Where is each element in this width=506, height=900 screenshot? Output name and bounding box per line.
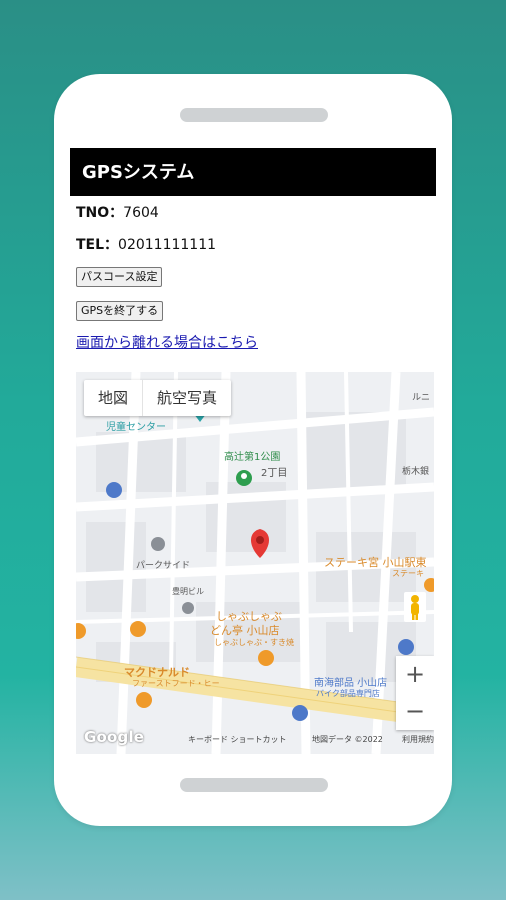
phone-frame: GPSシステム TNO：7604 TEL：02011111111 パスコース設定… — [54, 74, 452, 826]
map-label-children-center: 児童センター — [106, 422, 166, 433]
map-type-control: 地図 航空写真 — [84, 380, 232, 416]
zoom-in-button[interactable]: + — [396, 656, 434, 693]
map-label-bike-1: 南海部品 小山店 — [314, 678, 388, 689]
google-logo-text: Google — [84, 728, 145, 746]
tno-label: TNO： — [76, 205, 124, 221]
map-view[interactable]: 児童センター 高辻第1公園 2丁目 パークサイド 豊明ビル ステーキ宮 小山駅東… — [76, 372, 434, 754]
pegman-icon[interactable] — [404, 592, 426, 622]
map-data-attribution[interactable]: 地図データ ©2022 — [312, 734, 383, 745]
keyboard-shortcuts-link[interactable]: キーボード ショートカット — [188, 734, 287, 745]
map-label-parkside: パークサイド — [136, 561, 191, 571]
passcourse-button[interactable]: パスコース設定 — [76, 267, 163, 287]
map-label-top-right: ルニ — [412, 393, 431, 403]
map-label-steak-sub: ステーキ — [392, 569, 424, 578]
map-type-tab-satellite[interactable]: 航空写真 — [143, 380, 231, 416]
map-label-mcd-sub: ファーストフード・ヒー — [132, 679, 220, 688]
tno-value: 7604 — [123, 205, 159, 221]
app-title: GPSシステム — [70, 148, 436, 196]
phone-speaker — [180, 108, 328, 122]
map-label-bike-2: バイク部品専門店 — [316, 689, 380, 698]
map-label-park: 高辻第1公園 — [224, 452, 281, 463]
map-label-bldg: 豊明ビル — [172, 587, 204, 596]
map-label-right: 栃木銀 — [402, 467, 430, 477]
terms-link[interactable]: 利用規約 — [402, 734, 434, 745]
leave-page-link[interactable]: 画面から離れる場合はこちら — [70, 328, 436, 358]
park-pin-icon — [236, 470, 252, 486]
map-type-tab-map[interactable]: 地図 — [84, 380, 144, 416]
map-label-shabu-3: しゃぶしゃぶ・すき焼 — [214, 638, 294, 647]
tel-label: TEL： — [76, 237, 119, 253]
tel-value: 02011111111 — [118, 237, 217, 253]
tel-row: TEL：02011111111 — [70, 228, 436, 260]
zoom-out-button[interactable]: − — [396, 693, 434, 730]
zoom-control: + − — [396, 656, 434, 730]
phone-home-bar — [180, 778, 328, 792]
google-logo: Google — [84, 728, 144, 746]
end-gps-button[interactable]: GPSを終了する — [76, 301, 164, 321]
map-label-park-sub: 2丁目 — [261, 468, 288, 479]
map-label-shabu-2: どん亭 小山店 — [210, 624, 280, 637]
app-screen: GPSシステム TNO：7604 TEL：02011111111 パスコース設定… — [70, 148, 436, 754]
tno-row: TNO：7604 — [70, 196, 436, 228]
